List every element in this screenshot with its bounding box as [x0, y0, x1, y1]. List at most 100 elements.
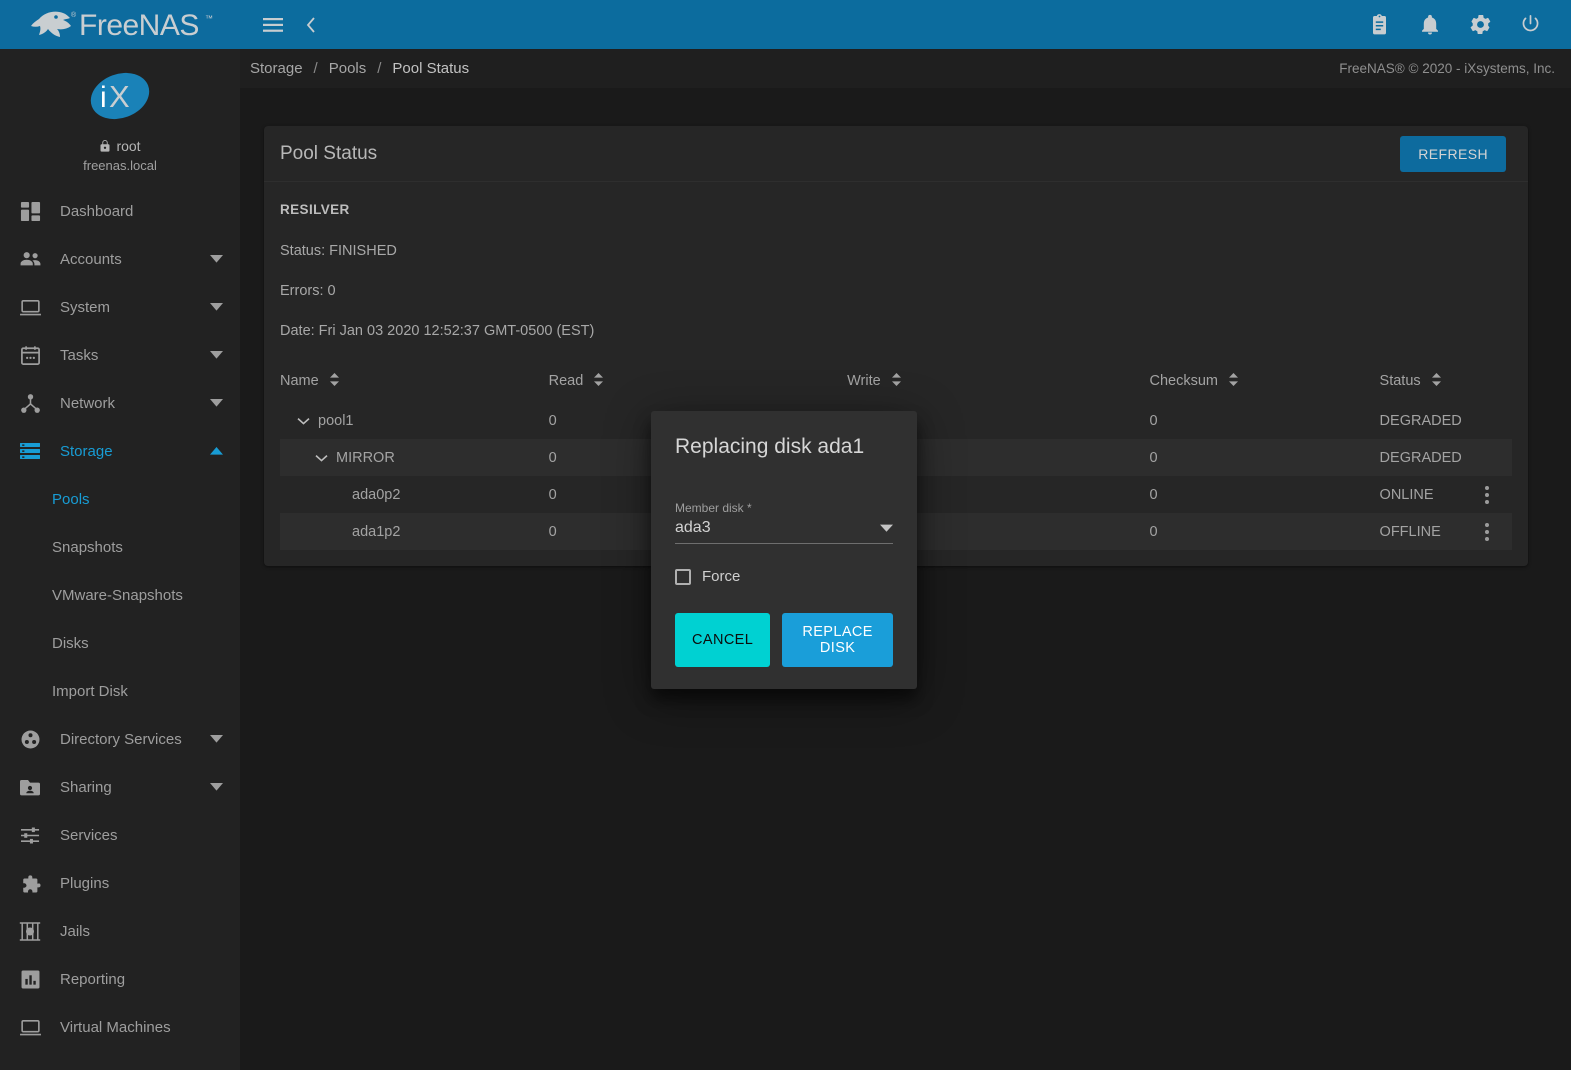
sidebar-item-label: Accounts [48, 251, 208, 268]
force-checkbox[interactable] [675, 569, 691, 585]
chevron-down-icon[interactable] [208, 783, 224, 791]
svg-text:i: i [100, 81, 107, 114]
gear-icon[interactable] [1463, 8, 1497, 42]
status-badge: DEGRADED [1380, 402, 1462, 439]
sidebar-item-virtual-machines[interactable]: Virtual Machines [0, 1003, 240, 1051]
sidebar-item-sharing[interactable]: Sharing [0, 763, 240, 811]
sidebar-item-label: Directory Services [48, 731, 208, 748]
chevron-down-icon[interactable] [208, 351, 224, 359]
cell-checksum: 0 [1149, 476, 1379, 513]
breadcrumb-separator: / [368, 60, 390, 77]
chevron-down-icon[interactable] [312, 454, 330, 462]
member-disk-value: ada3 [675, 519, 880, 537]
chevron-down-icon[interactable] [208, 735, 224, 743]
card-header: Pool Status REFRESH [264, 126, 1528, 182]
chevron-down-icon[interactable] [208, 303, 224, 311]
sidebar-item-pools[interactable]: Pools [0, 475, 240, 523]
member-disk-select[interactable]: ada3 [675, 519, 893, 544]
sidebar-user-block: i X root freenas.local [0, 49, 240, 187]
resilver-status: Status: FINISHED [280, 243, 1512, 259]
sidebar-subitem-label: Pools [52, 491, 90, 508]
sidebar-item-plugins[interactable]: Plugins [0, 859, 240, 907]
freenas-logo-icon: FreeNAS ™ ® [27, 5, 213, 45]
svg-text:®: ® [71, 11, 77, 19]
cell-name: pool1 [280, 402, 549, 439]
column-header-checksum[interactable]: Checksum [1149, 367, 1379, 402]
sidebar-item-directory-services[interactable]: Directory Services [0, 715, 240, 763]
laptop-icon [12, 1018, 48, 1037]
sidebar-item-import-disk[interactable]: Import Disk [0, 667, 240, 715]
sort-icon[interactable] [1432, 373, 1441, 390]
puzzle-icon [12, 873, 48, 894]
sort-icon[interactable] [892, 373, 901, 390]
column-header-read[interactable]: Read [549, 367, 847, 402]
chevron-left-icon[interactable] [294, 8, 328, 42]
column-label: Status [1380, 373, 1421, 389]
breadcrumb-item-1[interactable]: Pools [327, 60, 369, 77]
sidebar-item-label: Sharing [48, 779, 208, 796]
cell-actions [1462, 439, 1512, 476]
topbar-actions [1363, 8, 1547, 42]
caret-down-icon[interactable] [880, 519, 893, 537]
row-menu-icon[interactable] [1462, 523, 1512, 541]
column-label: Read [549, 373, 584, 389]
status-badge: ONLINE [1380, 476, 1462, 513]
page-title: Pool Status [280, 143, 377, 165]
sidebar-hostname: freenas.local [0, 158, 240, 173]
column-header-write[interactable]: Write [847, 367, 1149, 402]
status-badge: DEGRADED [1380, 439, 1462, 476]
sidebar-item-tasks[interactable]: Tasks [0, 331, 240, 379]
copyright-text: FreeNAS® © 2020 - iXsystems, Inc. [1339, 61, 1555, 76]
cell-checksum: 0 [1149, 402, 1379, 439]
dialog-title: Replacing disk ada1 [675, 435, 893, 459]
calendar-icon [12, 345, 48, 366]
power-icon[interactable] [1513, 8, 1547, 42]
sidebar-item-jails[interactable]: Jails [0, 907, 240, 955]
bell-icon[interactable] [1413, 8, 1447, 42]
table-header-row: Name Read Write [280, 367, 1512, 402]
row-name: ada1p2 [346, 524, 400, 540]
sidebar-username-row: root [0, 138, 240, 154]
sidebar-item-reporting[interactable]: Reporting [0, 955, 240, 1003]
breadcrumb-item-2: Pool Status [390, 60, 471, 77]
sidebar-item-system[interactable]: System [0, 283, 240, 331]
cancel-button[interactable]: CANCEL [675, 613, 770, 667]
sidebar-item-vmware-snapshots[interactable]: VMware-Snapshots [0, 571, 240, 619]
cell-actions [1462, 402, 1512, 439]
sidebar-item-accounts[interactable]: Accounts [0, 235, 240, 283]
chevron-down-icon[interactable] [294, 417, 312, 425]
replace-disk-button[interactable]: REPLACE DISK [782, 613, 893, 667]
sidebar-subitem-label: Import Disk [52, 683, 128, 700]
sort-icon[interactable] [594, 373, 603, 390]
sort-icon[interactable] [1229, 373, 1238, 390]
top-app-bar [240, 0, 1571, 49]
sidebar-item-dashboard[interactable]: Dashboard [0, 187, 240, 235]
svg-text:FreeNAS: FreeNAS [79, 9, 199, 42]
sidebar-item-label: Dashboard [48, 203, 224, 220]
refresh-button[interactable]: REFRESH [1400, 136, 1506, 172]
sidebar-item-snapshots[interactable]: Snapshots [0, 523, 240, 571]
column-header-status[interactable]: Status [1380, 367, 1462, 402]
hamburger-menu-icon[interactable] [256, 8, 290, 42]
chevron-down-icon[interactable] [208, 399, 224, 407]
chevron-up-icon[interactable] [208, 447, 224, 455]
column-header-name[interactable]: Name [280, 367, 549, 402]
sidebar-item-disks[interactable]: Disks [0, 619, 240, 667]
sidebar-item-storage[interactable]: Storage [0, 427, 240, 475]
cell-name: ada1p2 [280, 513, 549, 550]
directory-icon [12, 729, 48, 750]
sort-icon[interactable] [330, 373, 339, 390]
ix-logo-icon: i X [89, 71, 151, 121]
sidebar-item-services[interactable]: Services [0, 811, 240, 859]
sitemap-icon [12, 393, 48, 414]
chevron-down-icon[interactable] [208, 255, 224, 263]
row-name: ada0p2 [346, 487, 400, 503]
svg-text:X: X [109, 79, 130, 114]
row-menu-icon[interactable] [1462, 486, 1512, 504]
clipboard-icon[interactable] [1363, 8, 1397, 42]
sidebar-item-network[interactable]: Network [0, 379, 240, 427]
folder-shared-icon [12, 778, 48, 797]
force-checkbox-row[interactable]: Force [675, 568, 893, 585]
row-name: MIRROR [330, 450, 395, 466]
breadcrumb-item-0[interactable]: Storage [248, 60, 305, 77]
